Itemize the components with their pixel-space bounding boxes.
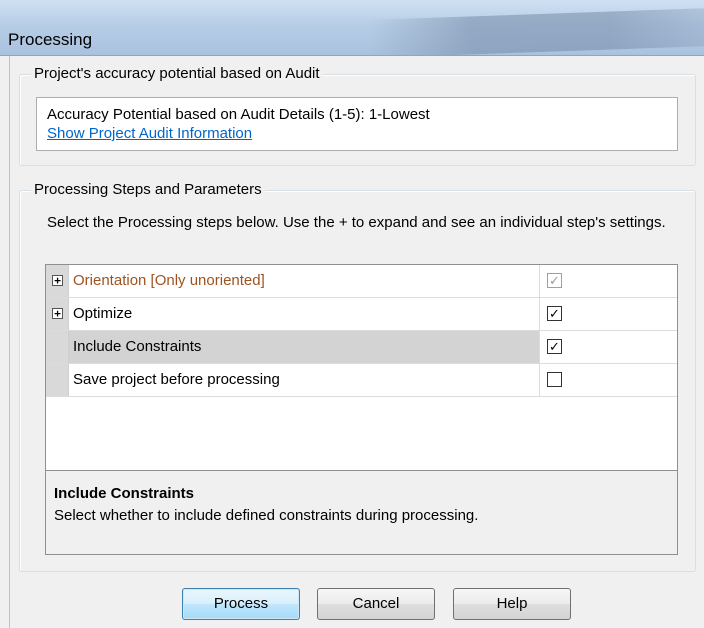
grid-row-optimize[interactable]: + Optimize ✓ [46,298,677,331]
row-gutter: + [46,298,69,330]
expand-plus-icon[interactable]: + [52,275,63,286]
row-name-cell[interactable]: Orientation [Only unoriented] [69,265,540,297]
window-title: Processing [8,30,93,49]
row-label-optimize: Optimize [73,305,133,322]
steps-group-title: Processing Steps and Parameters [31,181,265,199]
include-constraints-checkbox[interactable]: ✓ [547,339,562,354]
row-gutter: + [46,265,69,297]
title-bar-glass-decoration [370,8,704,55]
row-value-cell: ✓ [540,298,677,330]
row-gutter [46,331,69,363]
help-button[interactable]: Help [453,588,571,620]
property-help-panel: Include Constraints Select whether to in… [45,470,678,555]
accuracy-potential-text: Accuracy Potential based on Audit Detail… [47,106,430,123]
orientation-checkbox: ✓ [547,273,562,288]
grid-row-orientation[interactable]: + Orientation [Only unoriented] ✓ [46,265,677,298]
save-project-checkbox[interactable] [547,372,562,387]
row-label-save-project: Save project before processing [73,371,280,388]
row-value-cell [540,364,677,396]
process-button[interactable]: Process [182,588,300,620]
row-name-cell[interactable]: Include Constraints [69,331,540,363]
row-name-cell[interactable]: Save project before processing [69,364,540,396]
steps-instructions: Select the Processing steps below. Use t… [47,214,666,231]
optimize-checkbox[interactable]: ✓ [547,306,562,321]
grid-row-save-project[interactable]: Save project before processing [46,364,677,397]
row-label-orientation: Orientation [Only unoriented] [73,272,265,289]
processing-steps-grid: + Orientation [Only unoriented] ✓ + Opti… [45,264,678,471]
audit-info-box: Accuracy Potential based on Audit Detail… [36,97,678,151]
row-value-cell: ✓ [540,331,677,363]
row-gutter [46,364,69,396]
title-bar[interactable]: Processing [0,0,704,56]
show-project-audit-link[interactable]: Show Project Audit Information [47,125,252,143]
row-name-cell[interactable]: Optimize [69,298,540,330]
row-value-cell: ✓ [540,265,677,297]
expand-plus-icon[interactable]: + [52,308,63,319]
help-title: Include Constraints [54,485,195,502]
audit-group-title: Project's accuracy potential based on Au… [31,65,323,83]
cancel-button[interactable]: Cancel [317,588,435,620]
help-description: Select whether to include defined constr… [54,507,479,524]
grid-row-include-constraints[interactable]: Include Constraints ✓ [46,331,677,364]
row-label-include-constraints: Include Constraints [73,338,202,355]
